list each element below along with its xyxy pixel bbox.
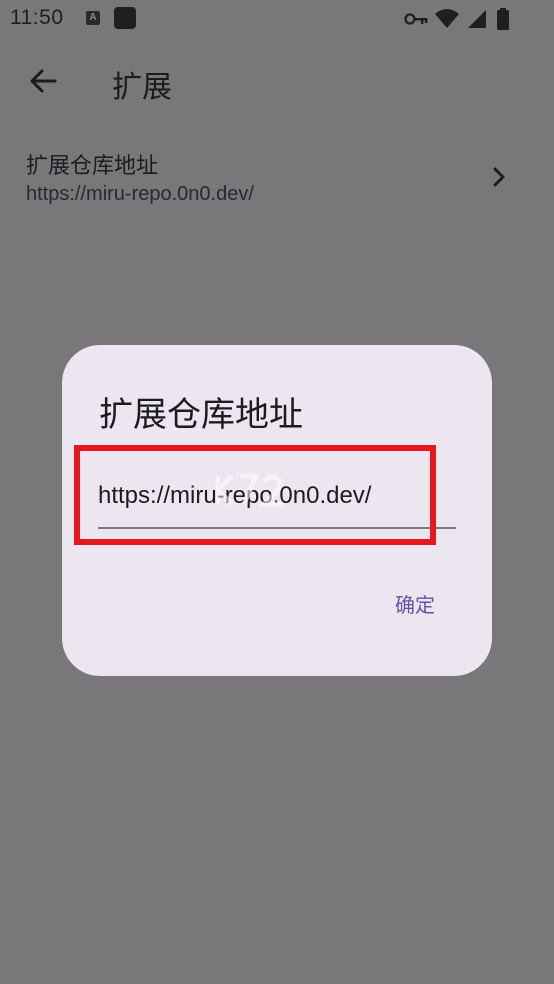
list-item-title: 扩展仓库地址 [26,154,159,179]
repo-url-input[interactable] [98,473,456,529]
dialog-title: 扩展仓库地址 [99,395,303,435]
notification-a-icon: A [86,11,100,25]
list-item-subtitle: https://miru-repo.0n0.dev/ [26,183,254,205]
page-title: 扩展 [112,70,172,105]
key-icon [404,13,428,25]
status-bar: 11:50 A [0,0,554,38]
signal-icon [468,10,486,28]
confirm-button[interactable]: 确定 [370,581,460,625]
chevron-right-icon [493,167,505,187]
wifi-icon [435,9,459,28]
arrow-left-icon[interactable] [28,66,58,96]
repo-address-dialog: 扩展仓库地址 确定 [62,345,492,676]
status-time: 11:50 [10,6,64,29]
status-icons [404,8,544,30]
repo-address-list-item[interactable]: 扩展仓库地址 https://miru-repo.0n0.dev/ [0,140,554,216]
notification-app-icon [114,7,136,29]
battery-icon [497,8,509,30]
